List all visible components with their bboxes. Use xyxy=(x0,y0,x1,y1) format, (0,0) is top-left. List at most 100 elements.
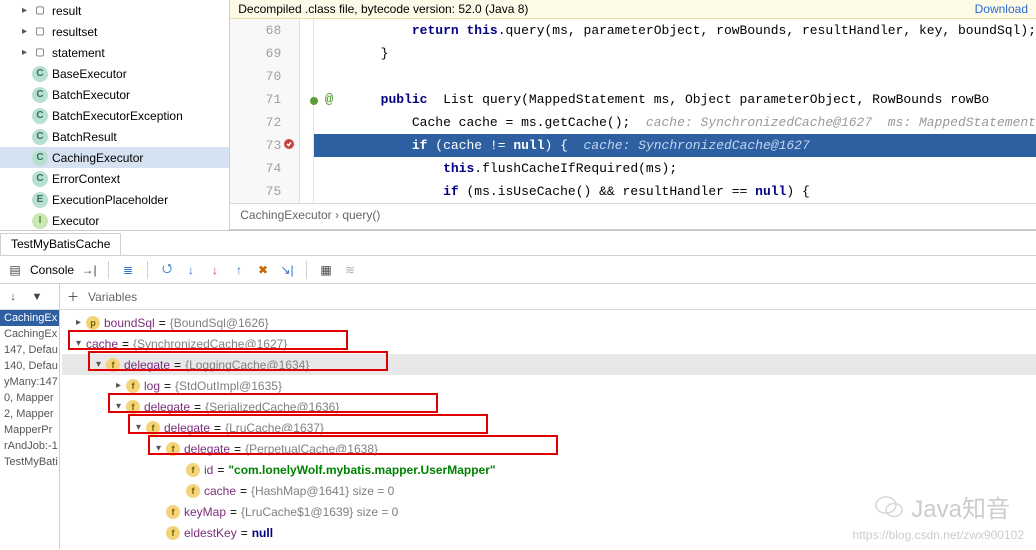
step-over-icon[interactable]: ⭯ xyxy=(158,261,176,279)
chevron-icon[interactable]: ▾ xyxy=(136,422,146,433)
console-label[interactable]: Console xyxy=(30,263,74,277)
step-into-icon[interactable]: ↓ xyxy=(182,261,200,279)
breadcrumb[interactable]: CachingExecutor › query() xyxy=(230,203,1036,227)
file-icon: C xyxy=(32,150,48,166)
frames-icon[interactable]: ≣ xyxy=(119,261,137,279)
var-icon: f xyxy=(126,400,140,414)
filter-icon[interactable]: ▼ xyxy=(28,288,46,306)
var-name: id xyxy=(204,463,213,477)
project-tree-item[interactable]: CCachingExecutor xyxy=(0,147,229,168)
file-icon: C xyxy=(32,171,48,187)
code-line[interactable] xyxy=(314,65,1036,88)
drop-frame-icon[interactable]: ✖ xyxy=(254,261,272,279)
file-icon: ▢ xyxy=(32,45,48,61)
chevron-icon[interactable]: ▸ xyxy=(116,380,126,391)
frame-item[interactable]: MapperPr xyxy=(0,422,59,438)
frame-item[interactable]: yMany:147 xyxy=(0,374,59,390)
project-tree-item[interactable]: CBatchExecutorException xyxy=(0,105,229,126)
vars-title: Variables xyxy=(88,290,137,304)
project-tree-item[interactable]: ▸▢resultset xyxy=(0,21,229,42)
banner-text: Decompiled .class file, bytecode version… xyxy=(238,2,528,16)
chevron-icon[interactable]: ▾ xyxy=(116,401,126,412)
frame-item[interactable]: CachingEx xyxy=(0,310,59,326)
project-tree-item[interactable]: EExecutionPlaceholder xyxy=(0,189,229,210)
variable-row[interactable]: ▸flog={StdOutImpl@1635} xyxy=(62,375,1036,396)
frame-item[interactable]: 0, Mapper xyxy=(0,390,59,406)
chevron-icon[interactable]: ▾ xyxy=(76,338,86,349)
debug-tab[interactable]: TestMyBatisCache xyxy=(0,233,121,255)
project-tree-item[interactable]: CBaseExecutor xyxy=(0,63,229,84)
code-lines[interactable]: return this.query(ms, parameterObject, r… xyxy=(314,19,1036,203)
separator xyxy=(108,261,109,279)
var-icon: f xyxy=(106,358,120,372)
project-tree[interactable]: ▸▢result▸▢resultset▸▢statementCBaseExecu… xyxy=(0,0,230,230)
chevron-icon[interactable]: ▸ xyxy=(22,26,32,37)
project-tree-item[interactable]: CBatchExecutor xyxy=(0,84,229,105)
evaluate-icon[interactable]: ▦ xyxy=(317,261,335,279)
chevron-icon[interactable]: ▸ xyxy=(22,47,32,58)
project-tree-item[interactable]: ▸▢ result xyxy=(0,0,229,21)
tree-label: ErrorContext xyxy=(52,172,120,186)
console-icon[interactable]: ▤ xyxy=(6,261,24,279)
force-step-into-icon[interactable]: ↓ xyxy=(206,261,224,279)
separator xyxy=(306,261,307,279)
project-tree-item[interactable]: C ErrorContext xyxy=(0,168,229,189)
project-tree-item[interactable]: ▸▢statement xyxy=(0,42,229,63)
variable-row[interactable]: ▾fdelegate={PerpetualCache@1638} xyxy=(62,438,1036,459)
frame-item[interactable]: 2, Mapper xyxy=(0,406,59,422)
breadcrumb-class[interactable]: CachingExecutor xyxy=(240,208,331,222)
file-icon: C xyxy=(32,108,48,124)
code-line[interactable]: return this.query(ms, parameterObject, r… xyxy=(314,19,1036,42)
variable-row[interactable]: ▾fdelegate={LoggingCache@1634} xyxy=(62,354,1036,375)
trace-icon[interactable]: ≋ xyxy=(341,261,359,279)
variable-row[interactable]: ▸pboundSql={BoundSql@1626} xyxy=(62,312,1036,333)
breadcrumb-method[interactable]: query() xyxy=(342,208,380,222)
tree-label: result xyxy=(52,4,81,18)
var-icon: f xyxy=(166,526,180,540)
file-icon: ▢ xyxy=(32,3,48,19)
chevron-icon[interactable]: ▸ xyxy=(22,5,32,16)
frame-item[interactable]: CachingEx xyxy=(0,326,59,342)
override-icon[interactable] xyxy=(309,91,319,114)
step-out-icon[interactable]: ↑ xyxy=(230,261,248,279)
project-tree-item[interactable]: CBatchResult xyxy=(0,126,229,147)
var-name: delegate xyxy=(144,400,190,414)
watermark-url: https://blog.csdn.net/zwx900102 xyxy=(853,528,1024,542)
code-line[interactable]: if (ms.isUseCache() && resultHandler == … xyxy=(314,180,1036,203)
var-icon: f xyxy=(186,484,200,498)
chevron-icon[interactable]: ▾ xyxy=(156,443,166,454)
tab-out-icon[interactable]: →| xyxy=(80,261,98,279)
var-name: delegate xyxy=(124,358,170,372)
code-line[interactable]: this.flushCacheIfRequired(ms); xyxy=(314,157,1036,180)
line-gutter: 68697071@72737475 xyxy=(230,19,300,203)
chevron-icon[interactable]: ▾ xyxy=(96,359,106,370)
variable-row[interactable]: fid="com.lonelyWolf.mybatis.mapper.UserM… xyxy=(62,459,1036,480)
project-tree-item[interactable]: IExecutor xyxy=(0,210,229,230)
frame-item[interactable]: rAndJob:-1 xyxy=(0,438,59,454)
down-icon[interactable]: ↓ xyxy=(4,288,22,306)
frames-list[interactable]: ↓ ▼ CachingExCachingEx147, Defau140, Def… xyxy=(0,284,60,549)
tree-label: ExecutionPlaceholder xyxy=(52,193,168,207)
code-area[interactable]: 68697071@72737475 return this.query(ms, … xyxy=(230,19,1036,203)
var-icon: f xyxy=(186,463,200,477)
file-icon: ▢ xyxy=(32,24,48,40)
code-line[interactable]: Cache cache = ms.getCache(); cache: Sync… xyxy=(314,111,1036,134)
code-line[interactable]: public List query(MappedStatement ms, Ob… xyxy=(314,88,1036,111)
frame-item[interactable]: TestMyBati xyxy=(0,454,59,470)
download-link[interactable]: Download xyxy=(975,2,1028,16)
breakpoint-icon[interactable] xyxy=(283,138,295,150)
variable-row[interactable]: ▾cache={SynchronizedCache@1627} xyxy=(62,333,1036,354)
watermark: Java知音 xyxy=(875,489,1010,524)
chevron-icon[interactable]: ▸ xyxy=(76,317,86,328)
wechat-icon xyxy=(875,495,903,519)
code-line[interactable]: if (cache != null) { cache: Synchronized… xyxy=(314,134,1036,157)
code-line[interactable]: } xyxy=(314,42,1036,65)
tree-label: BatchResult xyxy=(52,130,117,144)
run-to-cursor-icon[interactable]: ↘| xyxy=(278,261,296,279)
variable-row[interactable]: ▾fdelegate={SerializedCache@1636} xyxy=(62,396,1036,417)
frame-item[interactable]: 147, Defau xyxy=(0,342,59,358)
frame-item[interactable]: 140, Defau xyxy=(0,358,59,374)
at-icon: @ xyxy=(325,89,333,112)
variable-row[interactable]: ▾fdelegate={LruCache@1637} xyxy=(62,417,1036,438)
add-watch-icon[interactable]: ＋ xyxy=(64,288,82,306)
